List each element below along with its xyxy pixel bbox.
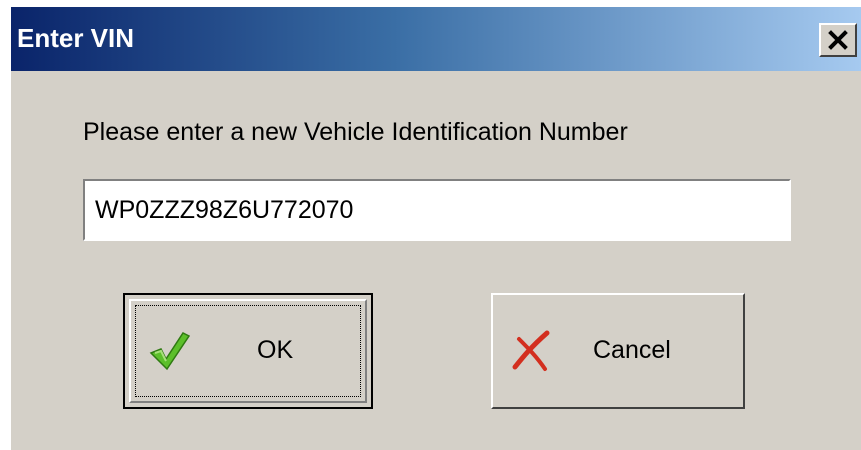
window-title: Enter VIN <box>17 23 135 53</box>
checkmark-icon <box>149 332 191 371</box>
close-icon <box>828 30 848 50</box>
ok-button-label: OK <box>257 336 294 364</box>
cancel-button-label: Cancel <box>593 336 671 364</box>
close-button[interactable] <box>819 23 857 57</box>
title-bar[interactable]: Enter VIN <box>11 7 861 71</box>
vin-prompt-label: Please enter a new Vehicle Identificatio… <box>83 118 628 146</box>
cross-icon <box>512 330 550 371</box>
cancel-button[interactable]: Cancel <box>491 293 745 409</box>
vin-input[interactable] <box>83 179 791 241</box>
ok-button[interactable]: OK <box>123 293 373 409</box>
enter-vin-dialog: Enter VIN Please enter a new Vehicle Ide… <box>10 6 861 450</box>
